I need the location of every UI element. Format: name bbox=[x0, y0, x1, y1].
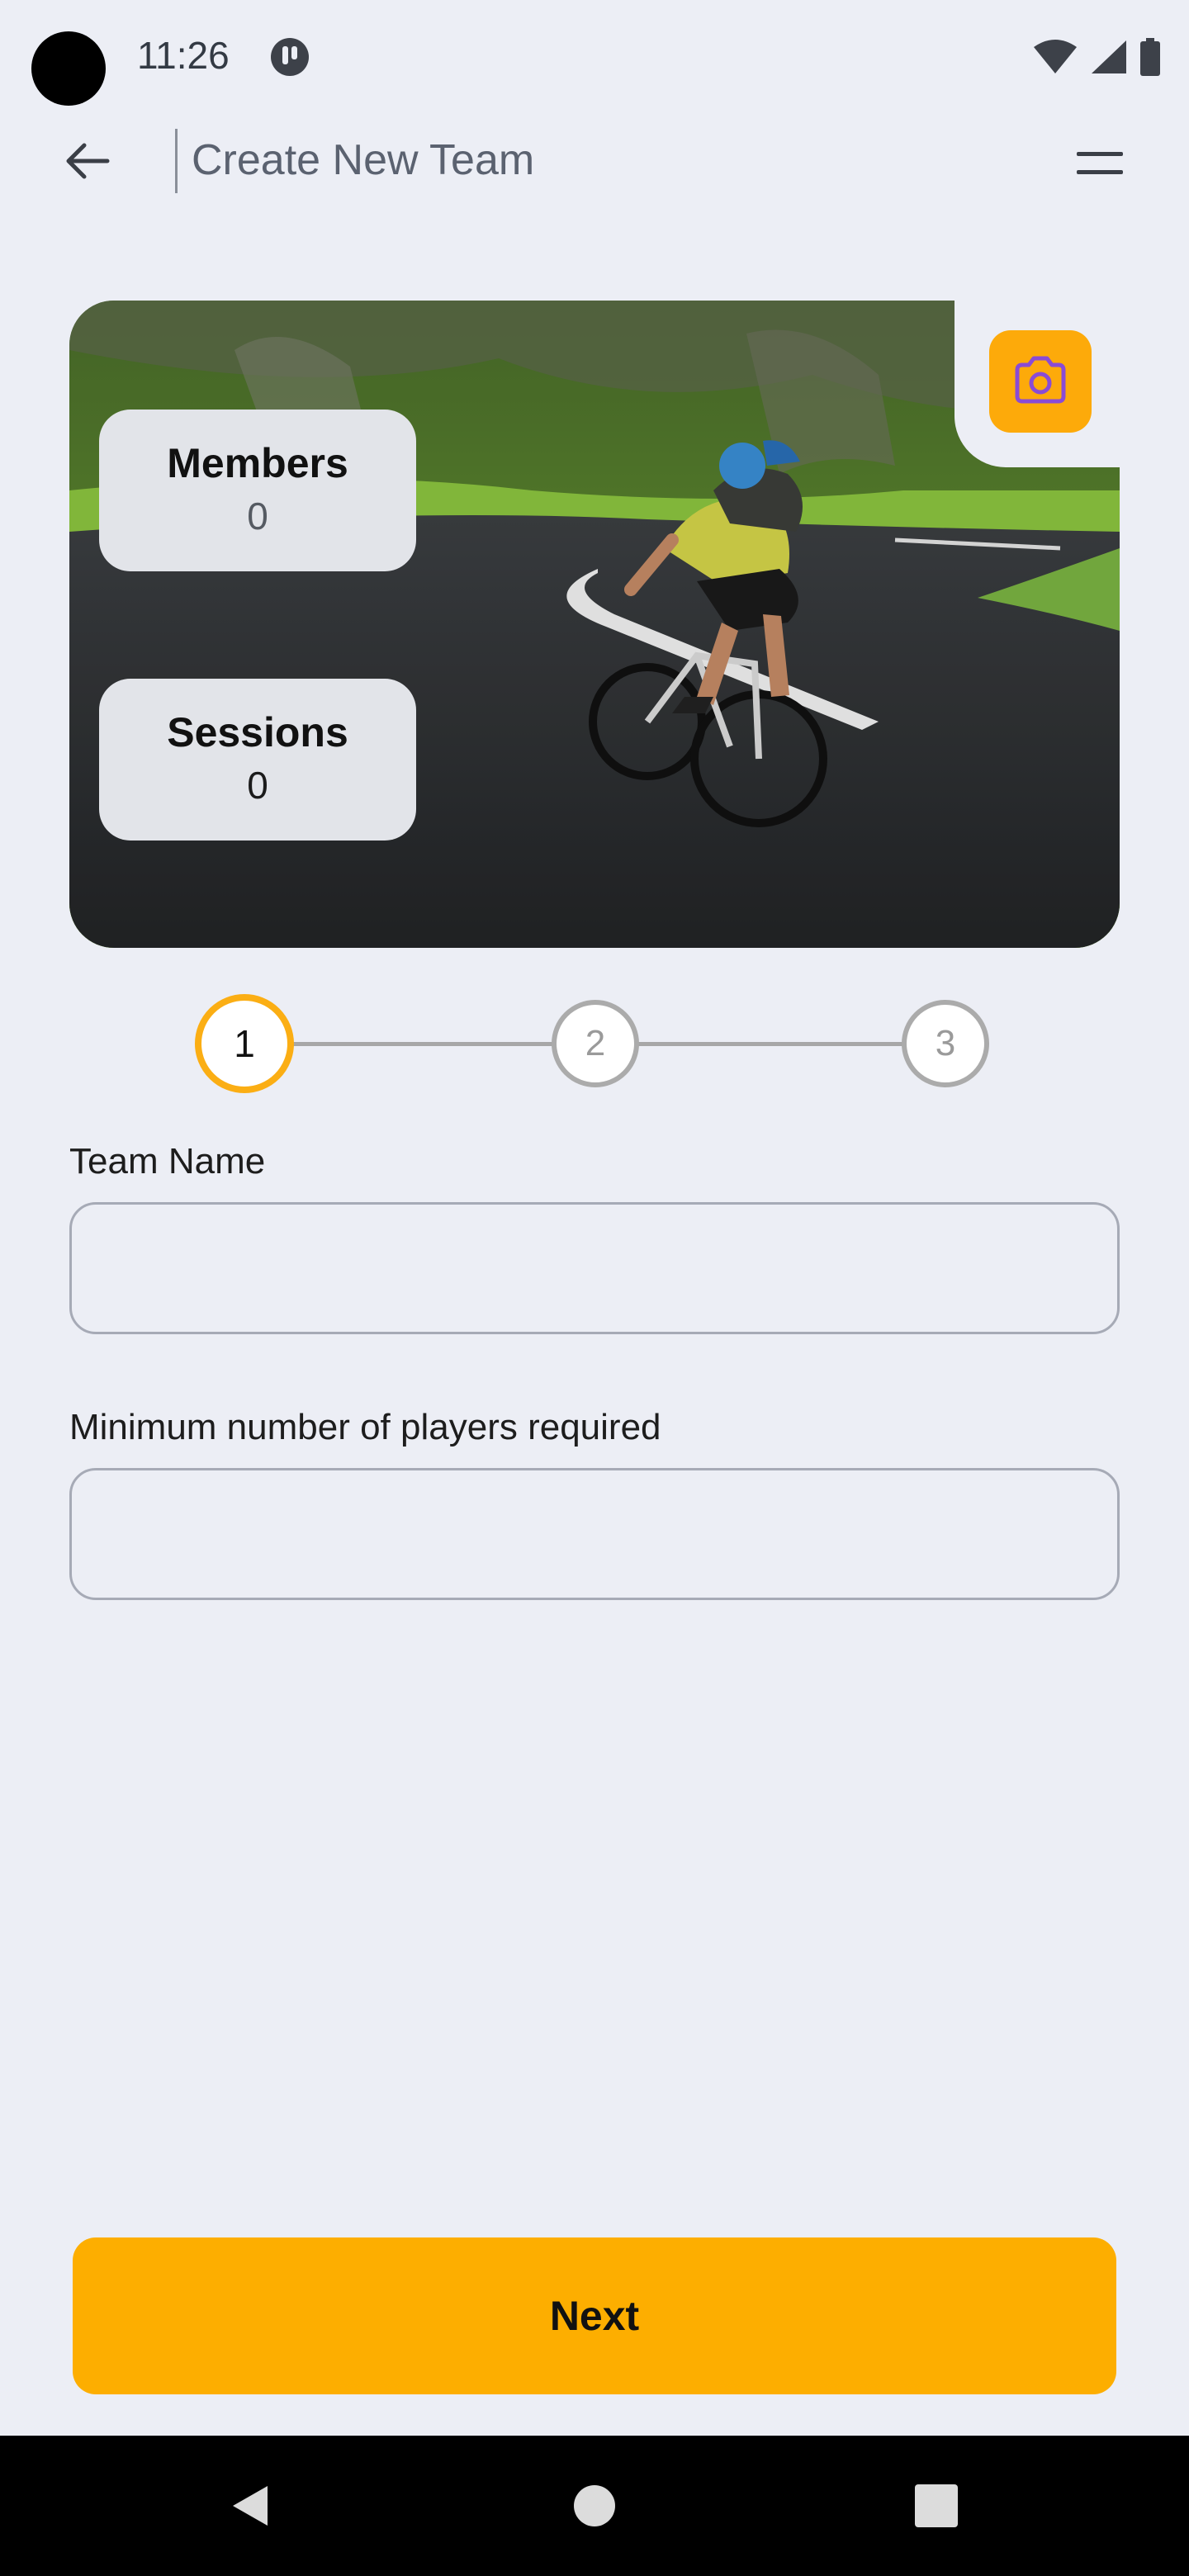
back-triangle-icon bbox=[233, 2486, 268, 2526]
cellular-signal-icon bbox=[1092, 40, 1126, 73]
menu-icon[interactable] bbox=[1073, 140, 1126, 187]
team-name-input[interactable] bbox=[69, 1202, 1120, 1334]
sessions-stat-card: Sessions 0 bbox=[99, 679, 416, 841]
members-label: Members bbox=[167, 440, 348, 486]
app-bar: Create New Team bbox=[0, 124, 1189, 206]
change-cover-photo-button[interactable] bbox=[989, 330, 1092, 433]
recents-square-icon bbox=[915, 2484, 958, 2527]
app-notification-icon bbox=[271, 38, 309, 76]
nav-home-button[interactable] bbox=[528, 2436, 661, 2576]
sessions-count: 0 bbox=[247, 764, 268, 807]
team-name-label: Team Name bbox=[69, 1141, 266, 1181]
step-connector bbox=[636, 1042, 905, 1046]
status-icons bbox=[1032, 36, 1161, 78]
step-connector bbox=[291, 1042, 555, 1046]
sessions-label: Sessions bbox=[167, 709, 348, 755]
status-time: 11:26 bbox=[137, 34, 230, 77]
camera-icon bbox=[1015, 356, 1066, 404]
min-players-input[interactable] bbox=[69, 1468, 1120, 1600]
next-button[interactable]: Next bbox=[73, 2237, 1116, 2394]
members-count: 0 bbox=[247, 495, 268, 537]
members-stat-card: Members 0 bbox=[99, 410, 416, 571]
page-title: Create New Team bbox=[192, 136, 535, 184]
arrow-left-icon[interactable] bbox=[58, 132, 116, 190]
step-progress: 1 2 3 bbox=[0, 987, 1189, 1103]
front-camera-cutout bbox=[31, 31, 106, 106]
home-circle-icon bbox=[574, 2485, 615, 2526]
step-2-indicator: 2 bbox=[552, 1000, 639, 1087]
nav-recents-button[interactable] bbox=[870, 2436, 1002, 2576]
step-1-indicator: 1 bbox=[195, 994, 294, 1093]
nav-back-button[interactable] bbox=[183, 2436, 315, 2576]
title-divider bbox=[175, 129, 178, 193]
wifi-icon bbox=[1034, 40, 1077, 73]
min-players-label: Minimum number of players required bbox=[69, 1407, 661, 1447]
status-bar: 11:26 bbox=[0, 0, 1189, 116]
system-navigation-bar bbox=[0, 2436, 1189, 2576]
battery-icon bbox=[1140, 38, 1160, 76]
step-3-indicator: 3 bbox=[902, 1000, 989, 1087]
